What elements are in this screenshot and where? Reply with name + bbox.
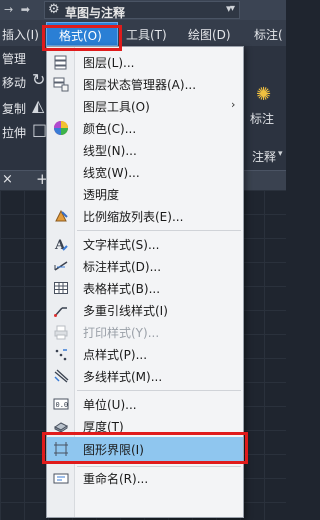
menu-item-label: 标注样式(D)... bbox=[83, 260, 162, 274]
menu-item-layer[interactable]: 图层(L)... bbox=[47, 51, 243, 73]
menu-draw[interactable]: 绘图(D) bbox=[188, 26, 231, 43]
svg-text:0.0: 0.0 bbox=[56, 401, 69, 409]
menu-item-linetype[interactable]: 线型(N)... bbox=[47, 139, 243, 161]
menu-item-units[interactable]: 0.0 单位(U)... bbox=[47, 393, 243, 415]
menu-item-text-style[interactable]: A 文字样式(S)... bbox=[47, 233, 243, 255]
gear-icon: ⚙ bbox=[48, 2, 60, 17]
menu-item-layer-tools[interactable]: 图层工具(O) › bbox=[47, 95, 243, 117]
dim-style-icon bbox=[53, 258, 69, 274]
menu-item-scale-list[interactable]: 比例缩放列表(E)... bbox=[47, 205, 243, 227]
menu-dimension[interactable]: 标注( bbox=[254, 26, 283, 43]
point-style-icon bbox=[53, 346, 69, 362]
scale-icon[interactable]: □ bbox=[32, 120, 47, 139]
ribbon-tab-manage[interactable]: 管理 bbox=[2, 50, 26, 67]
table-style-icon bbox=[53, 280, 69, 296]
menu-insert[interactable]: 插入(I) bbox=[2, 26, 39, 43]
mirror-icon[interactable]: ◭ bbox=[32, 96, 44, 115]
menu-item-multiline-style[interactable]: 多线样式(M)... bbox=[47, 365, 243, 387]
menu-item-rename[interactable]: 重命名(R)... bbox=[47, 467, 243, 489]
stretch-command[interactable]: 拉伸 bbox=[2, 124, 26, 141]
menu-item-label: 透明度 bbox=[83, 188, 120, 202]
menu-item-label: 线型(N)... bbox=[83, 144, 137, 158]
copy-command[interactable]: 复制 bbox=[2, 100, 26, 117]
menu-item-plot-style: 打印样式(Y)... bbox=[47, 321, 243, 343]
submenu-arrow-icon: › bbox=[231, 98, 236, 111]
quick-access-caret-icon[interactable]: ▾ bbox=[226, 2, 232, 15]
title-bar: → ➡ ⚙ 草图与注释 ▾ ▾ bbox=[0, 0, 286, 20]
layer-state-icon bbox=[53, 76, 69, 92]
menu-item-label: 文字样式(S)... bbox=[83, 238, 160, 252]
menu-item-label: 图层工具(O) bbox=[83, 100, 150, 114]
units-icon: 0.0 bbox=[53, 396, 69, 412]
menu-item-label: 点样式(P)... bbox=[83, 348, 148, 362]
highlight-box-menu bbox=[42, 25, 122, 51]
mleader-style-icon bbox=[53, 302, 69, 318]
dimension-button[interactable]: 标注 bbox=[250, 110, 274, 127]
workspace-label: 草图与注释 bbox=[65, 6, 126, 20]
menu-item-label: 打印样式(Y)... bbox=[83, 326, 160, 340]
dimension-icon[interactable]: ✺ bbox=[256, 84, 271, 105]
text-style-icon: A bbox=[53, 236, 69, 253]
menu-item-mleader-style[interactable]: 多重引线样式(I) bbox=[47, 299, 243, 321]
menu-item-label: 单位(U)... bbox=[83, 398, 137, 412]
menu-item-layer-state-manager[interactable]: 图层状态管理器(A)... bbox=[47, 73, 243, 95]
menu-item-label: 图层(L)... bbox=[83, 56, 135, 70]
menu-item-dimension-style[interactable]: 标注样式(D)... bbox=[47, 255, 243, 277]
highlight-box-limits bbox=[42, 432, 248, 464]
chevron-down-icon[interactable]: ▾ bbox=[278, 149, 283, 159]
menu-item-transparency[interactable]: 透明度 bbox=[47, 183, 243, 205]
menu-item-label: 颜色(C)... bbox=[83, 122, 137, 136]
workspace-selector[interactable]: ⚙ 草图与注释 ▾ bbox=[44, 1, 240, 20]
move-command[interactable]: 移动 bbox=[2, 74, 26, 91]
scale-list-icon bbox=[53, 208, 69, 224]
menu-item-point-style[interactable]: 点样式(P)... bbox=[47, 343, 243, 365]
annotation-panel-title[interactable]: 注释 bbox=[252, 148, 276, 165]
menu-item-label: 比例缩放列表(E)... bbox=[83, 210, 184, 224]
layers-icon bbox=[53, 54, 69, 70]
redo-arrows-icon[interactable]: → ➡ bbox=[4, 3, 32, 16]
menu-tools[interactable]: 工具(T) bbox=[126, 26, 167, 43]
mline-style-icon bbox=[53, 368, 69, 384]
print-style-icon bbox=[53, 324, 69, 340]
menu-separator bbox=[77, 390, 241, 391]
menu-item-label: 图层状态管理器(A)... bbox=[83, 78, 197, 92]
rotate-icon[interactable]: ↻ bbox=[32, 70, 45, 89]
menu-item-label: 表格样式(B)... bbox=[83, 282, 161, 296]
menu-item-table-style[interactable]: 表格样式(B)... bbox=[47, 277, 243, 299]
color-wheel-icon bbox=[53, 120, 69, 136]
menu-item-label: 线宽(W)... bbox=[83, 166, 140, 180]
menu-item-label: 重命名(R)... bbox=[83, 472, 149, 486]
menu-item-color[interactable]: 颜色(C)... bbox=[47, 117, 243, 139]
menu-separator bbox=[77, 230, 241, 231]
close-icon[interactable]: × bbox=[2, 172, 13, 187]
menu-item-label: 多线样式(M)... bbox=[83, 370, 163, 384]
menu-item-lineweight[interactable]: 线宽(W)... bbox=[47, 161, 243, 183]
menu-item-label: 多重引线样式(I) bbox=[83, 304, 168, 318]
rename-icon bbox=[53, 470, 69, 486]
